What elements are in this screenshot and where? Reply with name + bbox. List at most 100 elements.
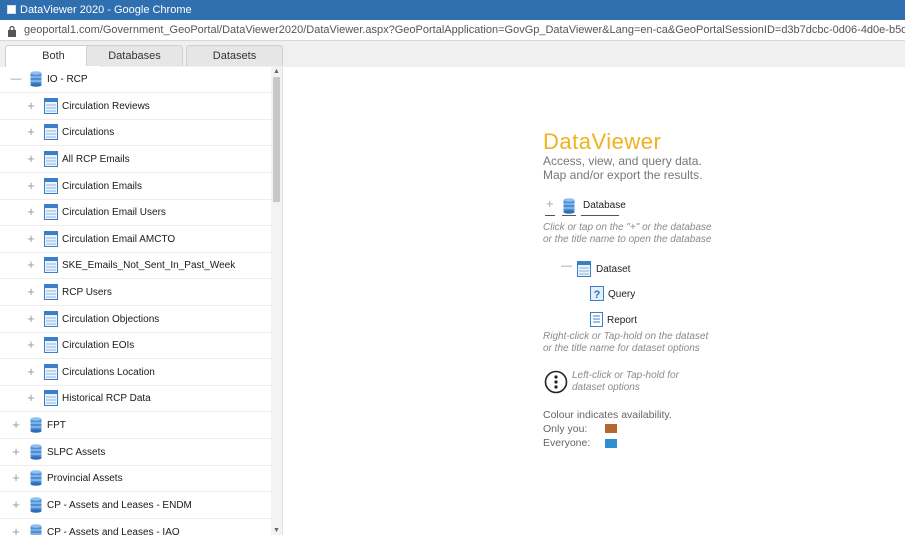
address-bar[interactable]: geoportal1.com/Government_GeoPortal/Data… xyxy=(0,20,905,41)
expand-icon[interactable]: + xyxy=(25,99,37,112)
tree-database-label[interactable]: SLPC Assets xyxy=(47,440,105,465)
window-title: DataViewer 2020 - Google Chrome xyxy=(20,4,192,16)
dataset-table-icon xyxy=(577,261,591,282)
tree-dataset-circulations[interactable]: + Circulations xyxy=(0,120,271,146)
dataset-hint-2: or the title name for dataset options xyxy=(543,343,700,354)
tree-dataset-all-rcp-emails[interactable]: + All RCP Emails xyxy=(0,147,271,173)
tab-datasets[interactable]: Datasets xyxy=(186,45,283,66)
database-hint-1: Click or tap on the "+" or the database xyxy=(543,222,712,233)
tree-dataset-label[interactable]: RCP Users xyxy=(62,280,112,305)
title-bar: DataViewer 2020 - Google Chrome xyxy=(0,0,905,20)
expand-icon[interactable]: + xyxy=(25,179,37,192)
scroll-down-icon[interactable]: ▼ xyxy=(271,526,282,535)
tree-dataset-circulation-objections[interactable]: + Circulation Objections xyxy=(0,307,271,333)
tree-database-provincial-assets[interactable]: + Provincial Assets xyxy=(0,466,271,492)
expand-icon[interactable]: + xyxy=(10,445,22,458)
tree-database-cp-endm[interactable]: + CP - Assets and Leases - ENDM xyxy=(0,493,271,519)
database-hint-2: or the title name to open the database xyxy=(543,234,712,245)
tree-database-fpt[interactable]: + FPT xyxy=(0,413,271,439)
tree-scrollbar[interactable]: ▲ ▼ xyxy=(271,67,282,535)
dataset-table-icon xyxy=(44,98,58,114)
dataset-table-icon xyxy=(44,124,58,140)
tree-database-label[interactable]: CP - Assets and Leases - ENDM xyxy=(47,493,192,518)
database-icon xyxy=(30,71,42,87)
tree-dataset-historical-rcp-data[interactable]: + Historical RCP Data xyxy=(0,386,271,412)
dataset-table-icon xyxy=(44,311,58,327)
lock-icon xyxy=(7,24,17,37)
scroll-up-icon[interactable]: ▲ xyxy=(271,67,282,76)
tree-dataset-circulation-email-amcto[interactable]: + Circulation Email AMCTO xyxy=(0,227,271,253)
colour-legend-title: Colour indicates availability. xyxy=(543,409,672,421)
dataset-table-icon xyxy=(44,337,58,353)
expand-icon[interactable]: + xyxy=(25,285,37,298)
dataset-table-icon xyxy=(44,364,58,380)
expand-icon[interactable]: + xyxy=(25,232,37,245)
dataset-table-icon xyxy=(44,151,58,167)
tree-pane: — IO - RCP + Circulation Reviews + Circu… xyxy=(0,67,283,535)
url-text[interactable]: geoportal1.com/Government_GeoPortal/Data… xyxy=(24,20,905,40)
expand-icon[interactable]: + xyxy=(10,471,22,484)
expand-icon[interactable]: + xyxy=(10,525,22,535)
svg-text:?: ? xyxy=(594,289,601,301)
expand-icon[interactable]: + xyxy=(10,418,22,431)
tree-dataset-ske-emails[interactable]: + SKE_Emails_Not_Sent_In_Past_Week xyxy=(0,253,271,279)
tree-dataset-label[interactable]: All RCP Emails xyxy=(62,147,130,172)
expand-icon[interactable]: + xyxy=(25,312,37,325)
tree-dataset-circulation-email-users[interactable]: + Circulation Email Users xyxy=(0,200,271,226)
dataset-table-icon xyxy=(44,231,58,247)
only-you-swatch xyxy=(605,424,617,433)
expand-icon[interactable]: + xyxy=(25,125,37,138)
expand-icon[interactable]: + xyxy=(25,152,37,165)
tree-dataset-label[interactable]: Circulations Location xyxy=(62,360,155,385)
tree-dataset-label[interactable]: Circulation Emails xyxy=(62,174,142,199)
expand-icon[interactable]: + xyxy=(10,498,22,511)
kebab-menu-icon xyxy=(544,370,568,399)
expand-icon[interactable]: + xyxy=(25,258,37,271)
tree-database-label[interactable]: FPT xyxy=(47,413,66,438)
app-icon xyxy=(7,5,16,14)
expand-icon[interactable]: + xyxy=(25,391,37,404)
dataviewer-subtitle-1: Access, view, and query data. xyxy=(543,154,702,168)
tree-dataset-rcp-users[interactable]: + RCP Users xyxy=(0,280,271,306)
tab-databases[interactable]: Databases xyxy=(86,45,183,66)
tree-dataset-label[interactable]: Circulation Email Users xyxy=(62,200,166,225)
expand-icon: + xyxy=(546,196,554,211)
only-you-label: Only you: xyxy=(543,423,588,435)
legend-database-label: Database xyxy=(583,200,626,211)
tree-dataset-circulations-location[interactable]: + Circulations Location xyxy=(0,360,271,386)
tree-database-slpc-assets[interactable]: + SLPC Assets xyxy=(0,440,271,466)
database-icon xyxy=(30,417,42,433)
expand-icon[interactable]: + xyxy=(25,338,37,351)
expand-icon[interactable]: + xyxy=(25,205,37,218)
dataset-hint-1: Right-click or Tap-hold on the dataset xyxy=(543,331,709,342)
tree-database-label[interactable]: Provincial Assets xyxy=(47,466,123,491)
tree-dataset-label[interactable]: Circulation Reviews xyxy=(62,94,150,119)
scrollbar-thumb[interactable] xyxy=(273,77,280,202)
tree-dataset-label[interactable]: SKE_Emails_Not_Sent_In_Past_Week xyxy=(62,253,235,278)
tree-database-cp-iao[interactable]: + CP - Assets and Leases - IAO xyxy=(0,520,271,535)
tree-dataset-label[interactable]: Circulation Email AMCTO xyxy=(62,227,175,252)
view-tabs: Both Databases Datasets xyxy=(0,41,905,68)
database-icon xyxy=(30,524,42,535)
expand-icon[interactable]: + xyxy=(25,365,37,378)
dataset-table-icon xyxy=(44,204,58,220)
tree-dataset-label[interactable]: Circulation Objections xyxy=(62,307,159,332)
tree-dataset-circulation-emails[interactable]: + Circulation Emails xyxy=(0,174,271,200)
dataset-table-icon xyxy=(44,178,58,194)
tree-database-label[interactable]: IO - RCP xyxy=(47,67,88,92)
tree-database-label[interactable]: CP - Assets and Leases - IAO xyxy=(47,520,180,535)
tree-dataset-circulation-eois[interactable]: + Circulation EOIs xyxy=(0,333,271,359)
tree-dataset-circulation-reviews[interactable]: + Circulation Reviews xyxy=(0,94,271,120)
underline-marker xyxy=(545,215,555,216)
report-icon xyxy=(590,312,603,332)
everyone-swatch xyxy=(605,439,617,448)
tree-dataset-label[interactable]: Historical RCP Data xyxy=(62,386,151,411)
database-icon xyxy=(30,497,42,513)
database-icon xyxy=(30,444,42,460)
tree-dataset-label[interactable]: Circulation EOIs xyxy=(62,333,134,358)
dataset-table-icon xyxy=(44,257,58,273)
collapse-icon[interactable]: — xyxy=(10,73,22,85)
tree-database-io-rcp[interactable]: — IO - RCP xyxy=(0,67,271,93)
legend-query-label: Query xyxy=(608,289,636,300)
tree-dataset-label[interactable]: Circulations xyxy=(62,120,114,145)
